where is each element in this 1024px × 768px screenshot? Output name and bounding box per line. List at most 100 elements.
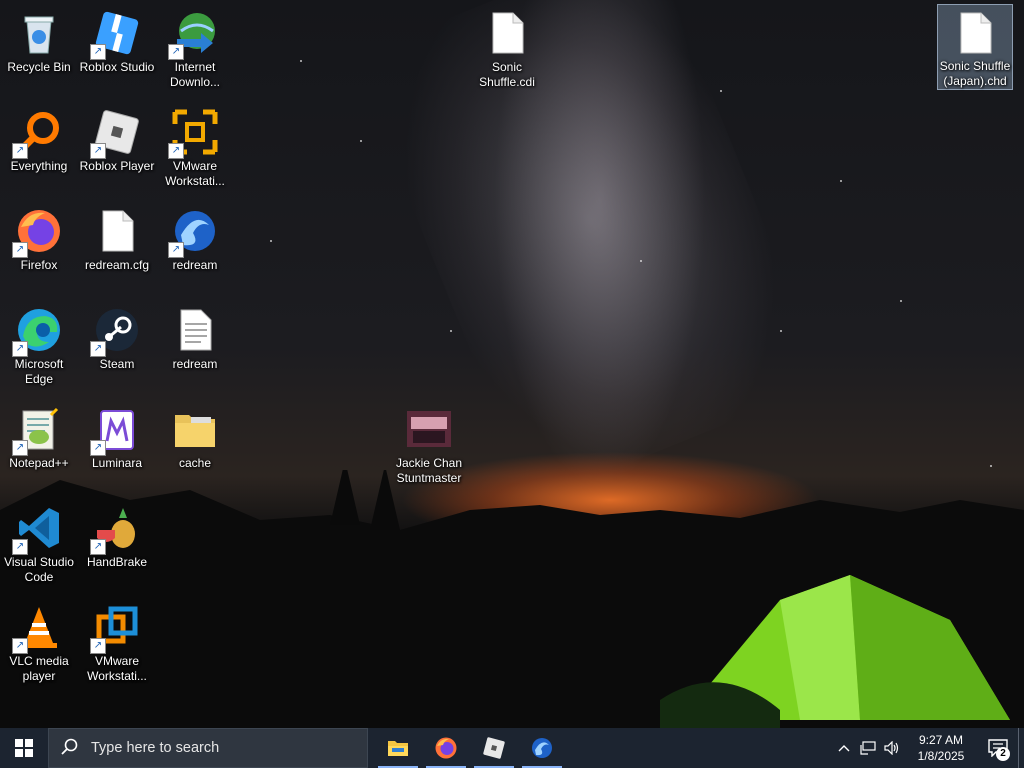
volume-icon[interactable]: [880, 728, 904, 768]
system-tray: 9:27 AM 1/8/2025 2: [832, 728, 1024, 768]
icon-label: Steam: [99, 357, 135, 371]
show-hidden-icons-chevron-up-icon[interactable]: [832, 728, 856, 768]
desktop-icon-redream-cfg[interactable]: redream.cfg: [79, 202, 155, 294]
show-desktop-button[interactable]: [1018, 728, 1024, 768]
icon-label: Recycle Bin: [7, 60, 71, 74]
desktop-icon-vlc[interactable]: ↗ VLC media player: [1, 598, 77, 690]
firefox-icon: [435, 737, 457, 759]
roblox-player-icon: ↗: [90, 107, 142, 159]
desktop-icon-notepad-plus-plus[interactable]: ↗ Notepad++: [1, 400, 77, 492]
network-icon[interactable]: [856, 728, 880, 768]
icon-label: Firefox: [20, 258, 58, 272]
internet-download-manager-icon: ↗: [168, 8, 220, 60]
roblox-studio-icon: ↗: [90, 8, 142, 60]
icon-label: Luminara: [91, 456, 143, 470]
desktop-icon-redream-txt[interactable]: redream: [157, 301, 233, 393]
shortcut-arrow-icon: ↗: [90, 638, 106, 654]
folder-icon: [170, 404, 220, 454]
desktop-icon-internet-download-manager[interactable]: ↗ Internet Downlo...: [157, 4, 233, 96]
shortcut-arrow-icon: ↗: [12, 143, 28, 159]
shortcut-arrow-icon: ↗: [90, 44, 106, 60]
steam-icon: ↗: [90, 305, 142, 357]
icon-label: redream: [172, 357, 218, 371]
handbrake-icon: ↗: [90, 503, 142, 555]
icon-label: Sonic Shuffle (Japan).chd: [939, 59, 1011, 88]
icon-label: cache: [178, 456, 212, 470]
shortcut-arrow-icon: ↗: [168, 44, 184, 60]
taskbar-app-firefox[interactable]: [422, 728, 470, 768]
icon-label: redream.cfg: [84, 258, 150, 272]
shortcut-arrow-icon: ↗: [90, 143, 106, 159]
desktop-icon-firefox[interactable]: ↗ Firefox: [1, 202, 77, 294]
desktop-icon-sonic-shuffle-chd[interactable]: Sonic Shuffle (Japan).chd: [937, 4, 1013, 90]
desktop-icon-luminara[interactable]: ↗ Luminara: [79, 400, 155, 492]
taskbar-app-roblox[interactable]: [470, 728, 518, 768]
luminara-icon: ↗: [90, 404, 142, 456]
icon-label: VMware Workstati...: [165, 159, 225, 188]
icon-label: HandBrake: [86, 555, 148, 569]
shortcut-arrow-icon: ↗: [12, 440, 28, 456]
clock-time: 9:27 AM: [918, 733, 964, 747]
shortcut-arrow-icon: ↗: [12, 341, 28, 357]
icon-label: redream: [172, 258, 218, 272]
icon-label: Jackie Chan Stuntmaster: [395, 456, 463, 485]
desktop-icon-sonic-shuffle-cdi[interactable]: Sonic Shuffle.cdi: [469, 4, 545, 96]
vmware-workstation-icon: ↗: [168, 107, 220, 159]
clock-date: 1/8/2025: [917, 749, 965, 763]
notepad-plus-plus-icon: ↗: [12, 404, 64, 456]
shortcut-arrow-icon: ↗: [12, 638, 28, 654]
icon-label: Sonic Shuffle.cdi: [479, 60, 535, 89]
tent-illustration: [660, 575, 1010, 730]
windows-logo-icon: [15, 739, 33, 757]
clock[interactable]: 9:27 AM 1/8/2025: [904, 732, 978, 764]
vmware-workstation-icon: ↗: [90, 602, 142, 654]
icon-label: VLC media player: [9, 654, 69, 683]
icon-label: Everything: [10, 159, 68, 173]
icon-label: Internet Downlo...: [169, 60, 221, 89]
icon-label: VMware Workstati...: [87, 654, 147, 683]
redream-icon: ↗: [168, 206, 220, 258]
desktop-icon-everything[interactable]: ↗ Everything: [1, 103, 77, 195]
edge-icon: ↗: [12, 305, 64, 357]
icon-label: Roblox Studio: [79, 60, 155, 74]
shortcut-arrow-icon: ↗: [168, 242, 184, 258]
search-input[interactable]: [89, 739, 353, 757]
file-icon: [482, 8, 532, 58]
icon-label: Notepad++: [9, 456, 69, 470]
taskbar-search-box[interactable]: [48, 728, 368, 768]
desktop-icon-cache[interactable]: cache: [157, 400, 233, 492]
desktop-icon-redream[interactable]: ↗ redream: [157, 202, 233, 294]
desktop-icon-edge[interactable]: ↗ Microsoft Edge: [1, 301, 77, 393]
redream-icon: [532, 738, 552, 758]
text-file-icon: [170, 305, 220, 355]
firefox-icon: ↗: [12, 206, 64, 258]
shortcut-arrow-icon: ↗: [90, 440, 106, 456]
shortcut-arrow-icon: ↗: [90, 539, 106, 555]
game-cover-icon: [404, 404, 454, 454]
desktop-icon-vscode[interactable]: ↗ Visual Studio Code: [1, 499, 77, 591]
start-button[interactable]: [0, 728, 48, 768]
vscode-icon: ↗: [12, 503, 64, 555]
desktop-icon-roblox-player[interactable]: ↗ Roblox Player: [79, 103, 155, 195]
desktop-icon-jackie-chan[interactable]: Jackie Chan Stuntmaster: [391, 400, 467, 492]
shortcut-arrow-icon: ↗: [12, 242, 28, 258]
action-center-button[interactable]: 2: [978, 728, 1018, 768]
desktop-icon-vmware-2[interactable]: ↗ VMware Workstati...: [79, 598, 155, 690]
recycle-bin-icon: [14, 8, 64, 58]
icon-label: Visual Studio Code: [4, 555, 74, 584]
file-icon: [92, 206, 142, 256]
taskbar-app-file-explorer[interactable]: [374, 728, 422, 768]
desktop-icon-vmware[interactable]: ↗ VMware Workstati...: [157, 103, 233, 195]
shortcut-arrow-icon: ↗: [12, 539, 28, 555]
taskbar-app-redream[interactable]: [518, 728, 566, 768]
search-icon: [61, 738, 79, 759]
desktop-icon-handbrake[interactable]: ↗ HandBrake: [79, 499, 155, 591]
everything-search-icon: ↗: [12, 107, 64, 159]
shortcut-arrow-icon: ↗: [90, 341, 106, 357]
roblox-player-icon: [483, 737, 505, 759]
desktop-icon-recycle-bin[interactable]: Recycle Bin: [1, 4, 77, 96]
desktop-icon-roblox-studio[interactable]: ↗ Roblox Studio: [79, 4, 155, 96]
notification-count-badge: 2: [996, 747, 1010, 761]
file-icon: [950, 9, 1000, 57]
desktop-icon-steam[interactable]: ↗ Steam: [79, 301, 155, 393]
